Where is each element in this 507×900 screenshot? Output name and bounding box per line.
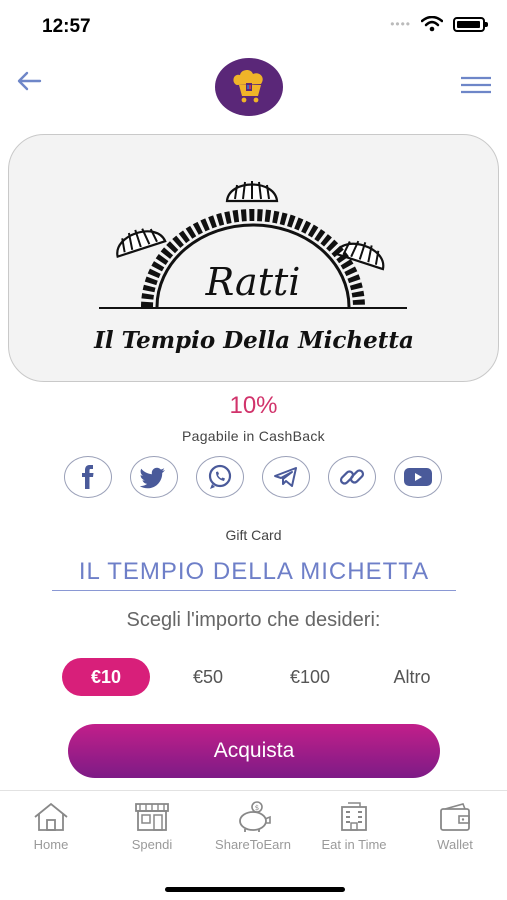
amount-option-other[interactable]: Altro	[368, 658, 456, 696]
menu-button[interactable]	[457, 72, 493, 98]
facebook-icon	[82, 465, 94, 489]
youtube-icon	[404, 468, 432, 486]
home-indicator	[165, 887, 345, 892]
twitter-share-button[interactable]	[130, 456, 178, 498]
amount-options: €10 €50 €100 Altro	[62, 658, 456, 696]
tab-wallet-label: Wallet	[437, 837, 473, 852]
signal-icon: ••••	[390, 17, 411, 31]
tab-spendi[interactable]: Spendi	[102, 801, 202, 852]
svg-text:$: $	[255, 804, 259, 812]
tab-home-label: Home	[33, 837, 69, 852]
shop-logo-artwork: Ratti Il Tempio Della Michetta	[93, 181, 414, 354]
tab-spendi-label: Spendi	[131, 837, 173, 852]
tab-home[interactable]: Home	[1, 801, 101, 852]
choose-amount-label: Scegli l'importo che desideri:	[126, 609, 381, 631]
tab-sharetoearn[interactable]: $ ShareToEarn	[203, 801, 303, 852]
back-button[interactable]	[12, 64, 46, 98]
telegram-share-button[interactable]	[262, 456, 310, 498]
tab-sharetoearn-label: ShareToEarn	[215, 837, 291, 852]
tab-eat-in-time[interactable]: Eat in Time	[304, 801, 404, 852]
telegram-icon	[274, 467, 297, 487]
header	[0, 50, 507, 122]
copy-link-button[interactable]	[328, 456, 376, 498]
amount-option-10[interactable]: €10	[62, 658, 150, 696]
whatsapp-share-button[interactable]	[196, 456, 244, 498]
app-logo[interactable]	[215, 58, 283, 116]
tab-eat-in-time-label: Eat in Time	[321, 837, 387, 852]
shop-icon	[135, 803, 169, 831]
hamburger-menu-icon	[461, 76, 491, 94]
tab-wallet[interactable]: Wallet	[405, 801, 505, 852]
wifi-icon	[421, 16, 443, 32]
status-bar: 12:57 ••••	[0, 0, 507, 50]
logo-subtitle-text: Il Tempio Della Michetta	[93, 327, 414, 354]
buy-button[interactable]: Acquista	[68, 724, 440, 778]
cashback-percent: 10%	[229, 392, 278, 419]
piggy-bank-icon: $	[239, 801, 271, 832]
arrow-left-icon	[17, 71, 42, 91]
home-icon	[34, 802, 68, 831]
shop-logo-image: Ratti Il Tempio Della Michetta	[8, 134, 499, 382]
link-icon	[339, 469, 365, 485]
status-time: 12:57	[42, 16, 91, 37]
content-area: Ratti Il Tempio Della Michetta 10% Pagab…	[0, 122, 507, 790]
amount-option-50[interactable]: €50	[164, 658, 252, 696]
logo-script-text: Ratti	[205, 260, 301, 304]
twitter-icon	[140, 467, 165, 489]
building-icon	[341, 802, 367, 831]
shop-card: Ratti Il Tempio Della Michetta 10% Pagab…	[0, 122, 507, 790]
battery-icon	[453, 16, 488, 32]
facebook-share-button[interactable]	[64, 456, 112, 498]
chef-hat-cart-logo	[233, 69, 263, 103]
whatsapp-icon	[208, 464, 232, 489]
social-share-row	[64, 456, 442, 498]
status-icons: ••••	[390, 16, 488, 32]
wallet-icon	[440, 803, 470, 831]
bottom-tab-bar: Home Spendi $ ShareToEarn Eat in Time Wa…	[0, 790, 507, 900]
shop-name: IL TEMPIO DELLA MICHETTA	[52, 558, 456, 591]
amount-option-100[interactable]: €100	[266, 658, 354, 696]
gift-card-label: Gift Card	[225, 527, 282, 543]
cashback-label: Pagabile in CashBack	[182, 428, 325, 444]
youtube-share-button[interactable]	[394, 456, 442, 498]
